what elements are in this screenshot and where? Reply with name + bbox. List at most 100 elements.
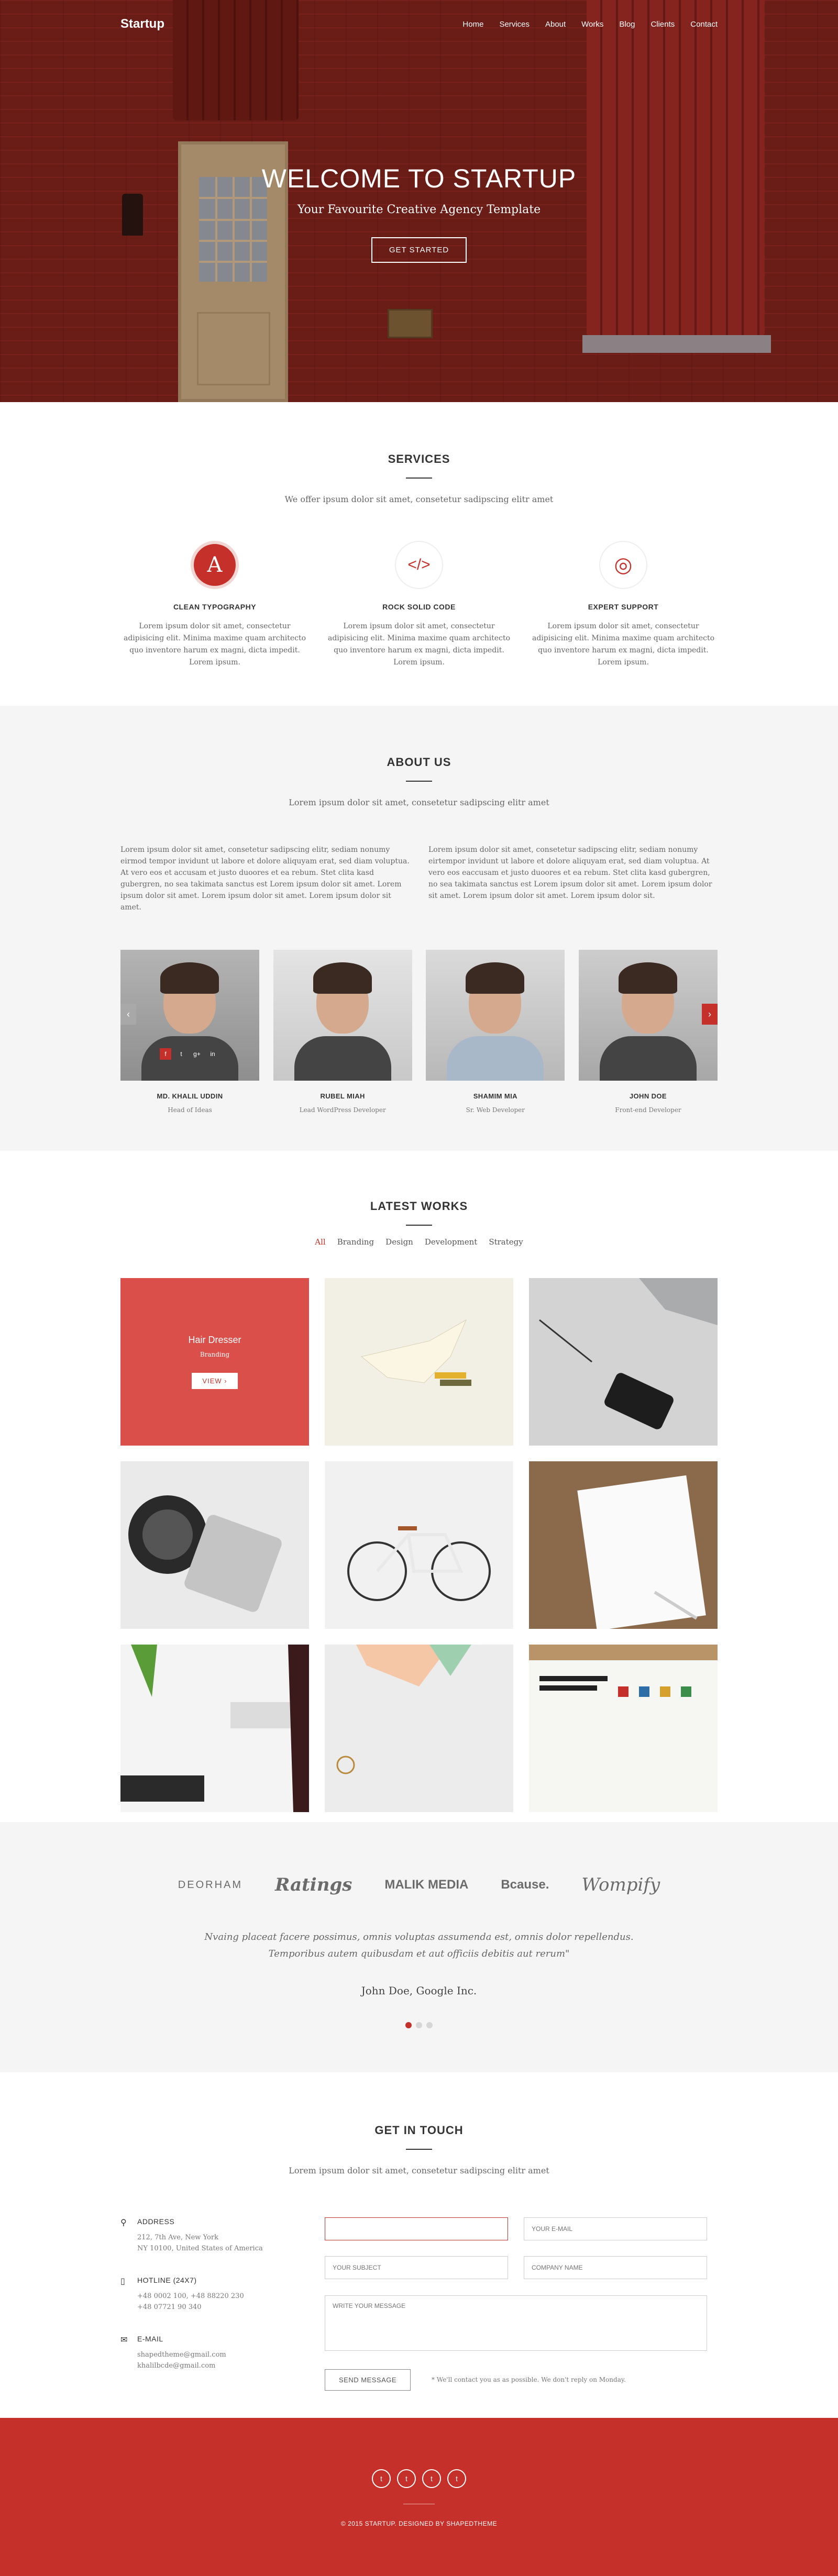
twitter-icon[interactable]: t — [397, 2469, 416, 2488]
footer: t t t t © 2015 STARTUP. DESIGNED BY SHAP… — [0, 2418, 838, 2576]
carousel-next-button[interactable]: › — [702, 1004, 718, 1025]
nav-works[interactable]: Works — [581, 20, 603, 29]
team-photo — [426, 950, 565, 1081]
member-role: Front-end Developer — [615, 1106, 681, 1114]
portfolio-item[interactable] — [529, 1278, 718, 1446]
workspace-image — [120, 1645, 309, 1812]
service-card: A CLEAN TYPOGRAPHY Lorem ipsum dolor sit… — [120, 541, 309, 669]
section-title: LATEST WORKS — [370, 1200, 468, 1213]
nav-clients[interactable]: Clients — [650, 20, 675, 29]
portfolio-item[interactable] — [529, 1645, 718, 1812]
portfolio-item[interactable] — [325, 1645, 513, 1812]
team-carousel: f t g+ in MD. KHALIL UDDIN Head of Ideas… — [120, 950, 718, 1114]
portfolio-item[interactable]: Hair Dresser Branding VIEW › — [120, 1278, 309, 1446]
contact-hotline: ▯ HOTLINE (24X7) +48 0002 100, +48 88220… — [120, 2276, 325, 2313]
filter-design[interactable]: Design — [385, 1237, 413, 1247]
company-field[interactable] — [524, 2256, 707, 2280]
service-title: EXPERT SUPPORT — [588, 603, 659, 611]
laptop-phone-image — [539, 1278, 718, 1429]
portfolio-item[interactable] — [120, 1645, 309, 1812]
section-subtitle: Lorem ipsum dolor sit amet, consetetur s… — [289, 2166, 549, 2175]
pagination-dot[interactable] — [426, 2022, 433, 2028]
services-section: SERVICES We offer ipsum dolor sit amet, … — [0, 402, 838, 706]
nav-about[interactable]: About — [545, 20, 566, 29]
team-member: SHAMIM MIA Sr. Web Developer — [426, 950, 565, 1114]
member-role: Sr. Web Developer — [466, 1106, 525, 1114]
pagination-dot[interactable] — [416, 2022, 422, 2028]
contact-section: GET IN TOUCH Lorem ipsum dolor sit amet,… — [0, 2072, 838, 2418]
title-divider — [406, 2149, 432, 2150]
client-logo: Bcause. — [501, 1878, 549, 1892]
member-name: MD. KHALIL UDDIN — [157, 1092, 223, 1100]
contact-label: E-MAIL — [137, 2335, 163, 2343]
contact-email: ✉ E-MAIL shapedtheme@gmail.com khalilbcd… — [120, 2335, 325, 2371]
portfolio-item[interactable] — [325, 1278, 513, 1446]
name-field[interactable] — [325, 2217, 508, 2240]
testimonial-quote: Nvaing placeat facere possimus, omnis vo… — [204, 1931, 634, 1942]
filter-development[interactable]: Development — [425, 1237, 477, 1247]
about-section: ABOUT US Lorem ipsum dolor sit amet, con… — [0, 706, 838, 1151]
magazine-image — [529, 1660, 718, 1812]
portfolio-item[interactable] — [325, 1461, 513, 1629]
team-member: RUBEL MIAH Lead WordPress Developer — [273, 950, 412, 1114]
works-section: LATEST WORKS All Branding Design Develop… — [0, 1151, 838, 1822]
nav-home[interactable]: Home — [462, 20, 483, 29]
member-role: Head of Ideas — [168, 1106, 212, 1114]
view-button[interactable]: VIEW › — [192, 1373, 238, 1389]
member-role: Lead WordPress Developer — [299, 1106, 386, 1114]
testimonial-pagination — [120, 2022, 718, 2028]
team-photo — [273, 950, 412, 1081]
filter-all[interactable]: All — [315, 1237, 325, 1247]
hero-subtitle: Your Favourite Creative Agency Template — [297, 203, 541, 216]
bird-sculpture-image — [360, 1319, 471, 1386]
team-photo: f t g+ in — [120, 950, 259, 1081]
member-name: RUBEL MIAH — [320, 1092, 365, 1100]
subject-field[interactable] — [325, 2256, 508, 2280]
portfolio-item[interactable] — [120, 1461, 309, 1629]
title-divider — [406, 1225, 432, 1226]
twitter-icon[interactable]: t — [372, 2469, 391, 2488]
bicycle-image — [347, 1526, 491, 1601]
hero-title: WELCOME TO STARTUP — [261, 164, 577, 193]
message-field[interactable] — [325, 2295, 707, 2351]
camera-image — [128, 1495, 282, 1612]
notebook-image — [577, 1475, 706, 1629]
filter-strategy[interactable]: Strategy — [489, 1237, 523, 1247]
carousel-prev-button[interactable]: ‹ — [120, 1004, 136, 1025]
service-card: </> ROCK SOLID CODE Lorem ipsum dolor si… — [325, 541, 513, 669]
linkedin-icon[interactable]: in — [207, 1048, 218, 1060]
nav-services[interactable]: Services — [499, 20, 530, 29]
team-photo — [578, 950, 718, 1081]
site-logo[interactable]: Startup — [120, 17, 164, 31]
email-field[interactable] — [524, 2217, 707, 2240]
twitter-icon[interactable]: t — [175, 1048, 187, 1060]
pagination-dot[interactable] — [405, 2022, 412, 2028]
section-title: ABOUT US — [387, 756, 451, 769]
form-note: * We'll contact you as as possible. We d… — [432, 2376, 626, 2384]
contact-value[interactable]: shapedtheme@gmail.com khalilbcde@gmail.c… — [137, 2349, 226, 2371]
get-started-button[interactable]: GET STARTED — [371, 237, 467, 263]
client-logo: Ratings — [275, 1874, 352, 1895]
portfolio-item[interactable] — [529, 1461, 718, 1629]
team-member: JOHN DOE Front-end Developer — [578, 950, 718, 1114]
send-message-button[interactable]: SEND MESSAGE — [325, 2369, 411, 2391]
team-member: f t g+ in MD. KHALIL UDDIN Head of Ideas — [120, 950, 259, 1114]
nav-contact[interactable]: Contact — [690, 20, 718, 29]
section-subtitle: We offer ipsum dolor sit amet, consetetu… — [284, 494, 554, 504]
service-text: Lorem ipsum dolor sit amet, consectetur … — [327, 622, 511, 667]
portfolio-title: Hair Dresser — [188, 1335, 241, 1345]
client-logo: DEORHAM — [178, 1879, 243, 1891]
twitter-icon[interactable]: t — [447, 2469, 466, 2488]
twitter-icon[interactable]: t — [422, 2469, 441, 2488]
copyright-text: © 2015 STARTUP. DESIGNED BY SHAPEDTHEME — [340, 2520, 498, 2527]
filter-branding[interactable]: Branding — [337, 1237, 374, 1247]
service-title: ROCK SOLID CODE — [382, 603, 456, 611]
facebook-icon[interactable]: f — [160, 1048, 171, 1060]
service-card: ◎ EXPERT SUPPORT Lorem ipsum dolor sit a… — [529, 541, 718, 669]
nav-blog[interactable]: Blog — [619, 20, 635, 29]
google-plus-icon[interactable]: g+ — [191, 1048, 203, 1060]
service-text: Lorem ipsum dolor sit amet, consectetur … — [123, 622, 306, 667]
clients-section: DEORHAM Ratings MALIK MEDIA Bcause. Womp… — [0, 1822, 838, 2072]
member-name: SHAMIM MIA — [473, 1092, 517, 1100]
main-nav: Startup Home Services About Works Blog C… — [0, 17, 838, 36]
